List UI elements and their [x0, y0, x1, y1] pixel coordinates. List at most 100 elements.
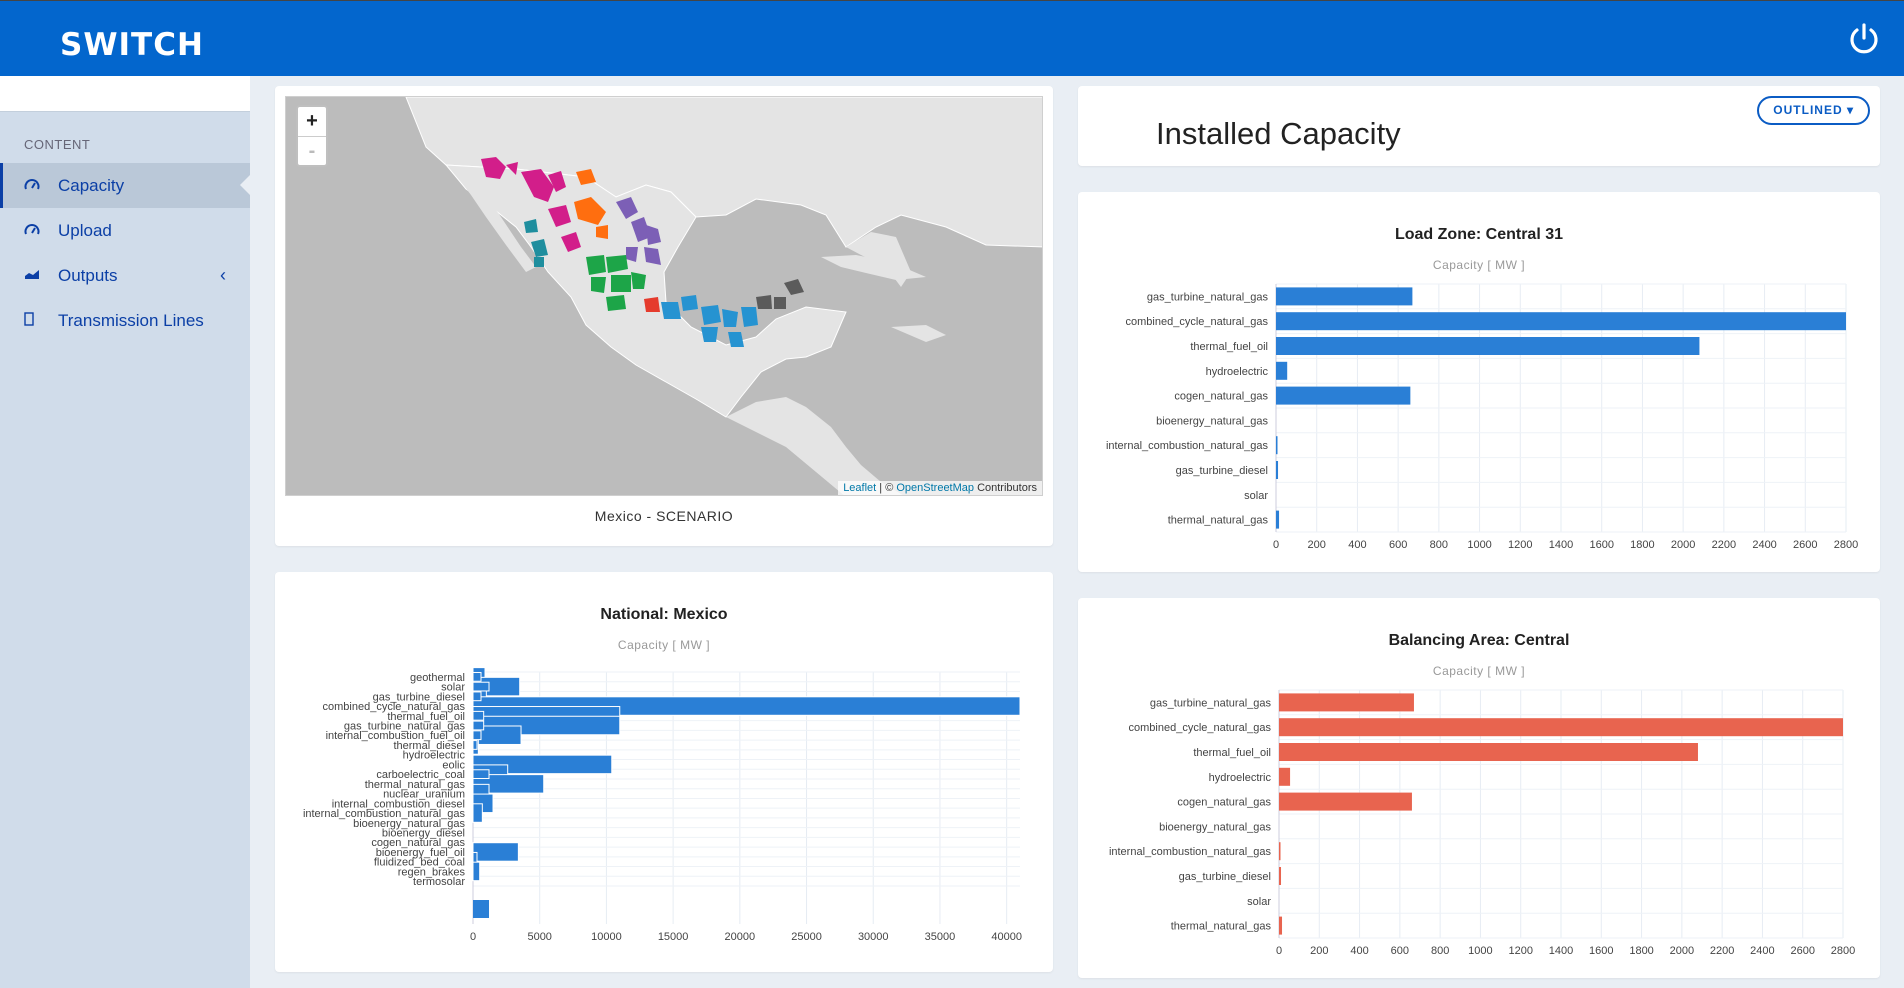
y-tick-label: cogen_natural_gas	[1177, 797, 1271, 809]
sidebar-heading: CONTENT	[24, 137, 91, 152]
x-tick-label: 1200	[1508, 945, 1532, 957]
x-tick-label: 2000	[1670, 945, 1694, 957]
zoom-control: + -	[296, 105, 328, 167]
y-tick-label: bioenergy_natural_gas	[1159, 821, 1271, 833]
map-panel: + - Leaflet | © OpenStreetMap Contributo…	[275, 86, 1053, 546]
zoom-in-button[interactable]: +	[298, 107, 326, 136]
x-tick-label: 2200	[1710, 945, 1734, 957]
app-logo[interactable]: SWITCH	[60, 27, 204, 63]
bar	[472, 710, 485, 721]
sidebar-item-outputs[interactable]: Outputs ‹	[0, 253, 250, 298]
bar	[1279, 916, 1283, 935]
power-icon[interactable]	[1846, 21, 1882, 57]
x-tick-label: 0	[1276, 945, 1282, 957]
y-tick-label: hydroelectric	[1209, 772, 1272, 784]
x-tick-label: 200	[1310, 945, 1328, 957]
x-tick-label: 1400	[1549, 945, 1573, 957]
bar	[1279, 767, 1291, 786]
osm-link[interactable]: OpenStreetMap	[896, 482, 974, 494]
y-tick-label: gas_turbine_natural_gas	[1150, 697, 1272, 709]
x-tick-label: 2400	[1750, 945, 1774, 957]
x-tick-label: 400	[1348, 539, 1366, 551]
x-tick-label: 1000	[1467, 539, 1491, 551]
balancing-area-bar-chart: 0 200 400 600 800 1000 1200 1400 1600 1800 2000 220…	[1109, 689, 1855, 957]
leaflet-link[interactable]: Leaflet	[843, 482, 876, 494]
x-tick-label: 10000	[591, 931, 622, 943]
sidebar-item-label: Transmission Lines	[58, 310, 204, 330]
bar	[1279, 842, 1281, 861]
y-tick-label: termosolar	[413, 876, 465, 888]
national-bar-chart: 0 5000 10000 15000 20000 25000 30000 35000 40000…	[303, 667, 1022, 943]
bar	[472, 671, 482, 682]
bar	[1276, 361, 1288, 380]
x-tick-label: 1800	[1630, 539, 1654, 551]
map-canvas	[405, 97, 1042, 495]
gauge-icon	[24, 177, 58, 194]
x-tick-label: 15000	[658, 931, 689, 943]
x-tick-label: 800	[1430, 539, 1448, 551]
x-tick-label: 600	[1391, 945, 1409, 957]
balancing-area-chart-panel: Balancing Area: Central Capacity [ MW ] …	[1078, 598, 1880, 978]
sidebar-item-transmission-lines[interactable]: Transmission Lines	[0, 298, 250, 343]
bar	[1279, 743, 1698, 761]
bar	[472, 803, 483, 823]
outlined-dropdown-button[interactable]: OUTLINED ▾	[1757, 96, 1870, 125]
bar	[472, 769, 490, 780]
bar	[1276, 337, 1700, 355]
file-icon	[24, 311, 58, 330]
x-tick-label: 400	[1350, 945, 1368, 957]
map-caption: Mexico - SCENARIO	[594, 508, 734, 524]
bar	[1279, 792, 1412, 811]
bar	[1279, 718, 1843, 737]
x-tick-label: 40000	[991, 931, 1022, 943]
x-tick-label: 800	[1431, 945, 1449, 957]
y-tick-label: gas_turbine_diesel	[1179, 871, 1271, 883]
x-tick-label: 2800	[1834, 539, 1858, 551]
attribution-tail: Contributors	[974, 482, 1037, 494]
y-tick-label: gas_turbine_diesel	[1176, 465, 1268, 477]
gauge-icon	[24, 222, 58, 239]
x-tick-label: 1600	[1589, 945, 1613, 957]
bar	[472, 861, 481, 882]
bar	[1276, 386, 1411, 405]
bar	[1276, 287, 1413, 306]
bar	[473, 900, 490, 918]
chevron-left-icon[interactable]: ‹	[220, 265, 226, 286]
page-title: Installed Capacity	[1156, 116, 1401, 151]
sidebar-item-upload[interactable]: Upload	[0, 208, 250, 253]
y-tick-label: bioenergy_natural_gas	[1156, 415, 1268, 427]
x-tick-label: 25000	[791, 931, 822, 943]
y-tick-label: internal_combustion_natural_gas	[1106, 440, 1269, 452]
zoom-out-button[interactable]: -	[298, 136, 326, 165]
x-tick-label: 1800	[1629, 945, 1653, 957]
y-tick-label: hydroelectric	[1206, 366, 1269, 378]
region-map[interactable]: + - Leaflet | © OpenStreetMap Contributo…	[285, 96, 1043, 496]
x-tick-label: 5000	[527, 931, 551, 943]
bar	[472, 730, 482, 741]
y-tick-label: gas_turbine_natural_gas	[1147, 291, 1269, 303]
bar	[472, 691, 482, 702]
y-tick-label: combined_cycle_natural_gas	[1126, 316, 1269, 328]
sidebar-item-capacity[interactable]: Capacity	[0, 163, 250, 208]
caret-down-icon: ▾	[1846, 103, 1854, 117]
bar	[1279, 867, 1282, 885]
y-tick-label: internal_combustion_natural_gas	[1109, 846, 1272, 858]
top-bar: SWITCH	[0, 0, 1904, 76]
x-tick-label: 2000	[1671, 539, 1695, 551]
y-tick-label: thermal_natural_gas	[1171, 921, 1272, 933]
y-tick-label: thermal_natural_gas	[1168, 515, 1269, 527]
y-tick-label: cogen_natural_gas	[1174, 391, 1268, 403]
x-tick-label: 1400	[1549, 539, 1573, 551]
x-tick-label: 30000	[858, 931, 889, 943]
x-tick-label: 1000	[1468, 945, 1492, 957]
logo-text: SWITCH	[60, 27, 204, 63]
x-tick-label: 20000	[725, 931, 756, 943]
national-chart-panel: National: Mexico Capacity [ MW ] 0 5000 10…	[275, 572, 1053, 972]
x-tick-label: 35000	[925, 931, 956, 943]
sidebar-item-label: Capacity	[58, 175, 125, 195]
load-zone-chart-panel: Load Zone: Central 31 Capacity [ MW ] 02…	[1078, 192, 1880, 572]
x-tick-label: 1200	[1508, 539, 1532, 551]
x-tick-label: 600	[1389, 539, 1407, 551]
bar	[1276, 436, 1278, 455]
y-tick-label: solar	[1247, 896, 1271, 908]
